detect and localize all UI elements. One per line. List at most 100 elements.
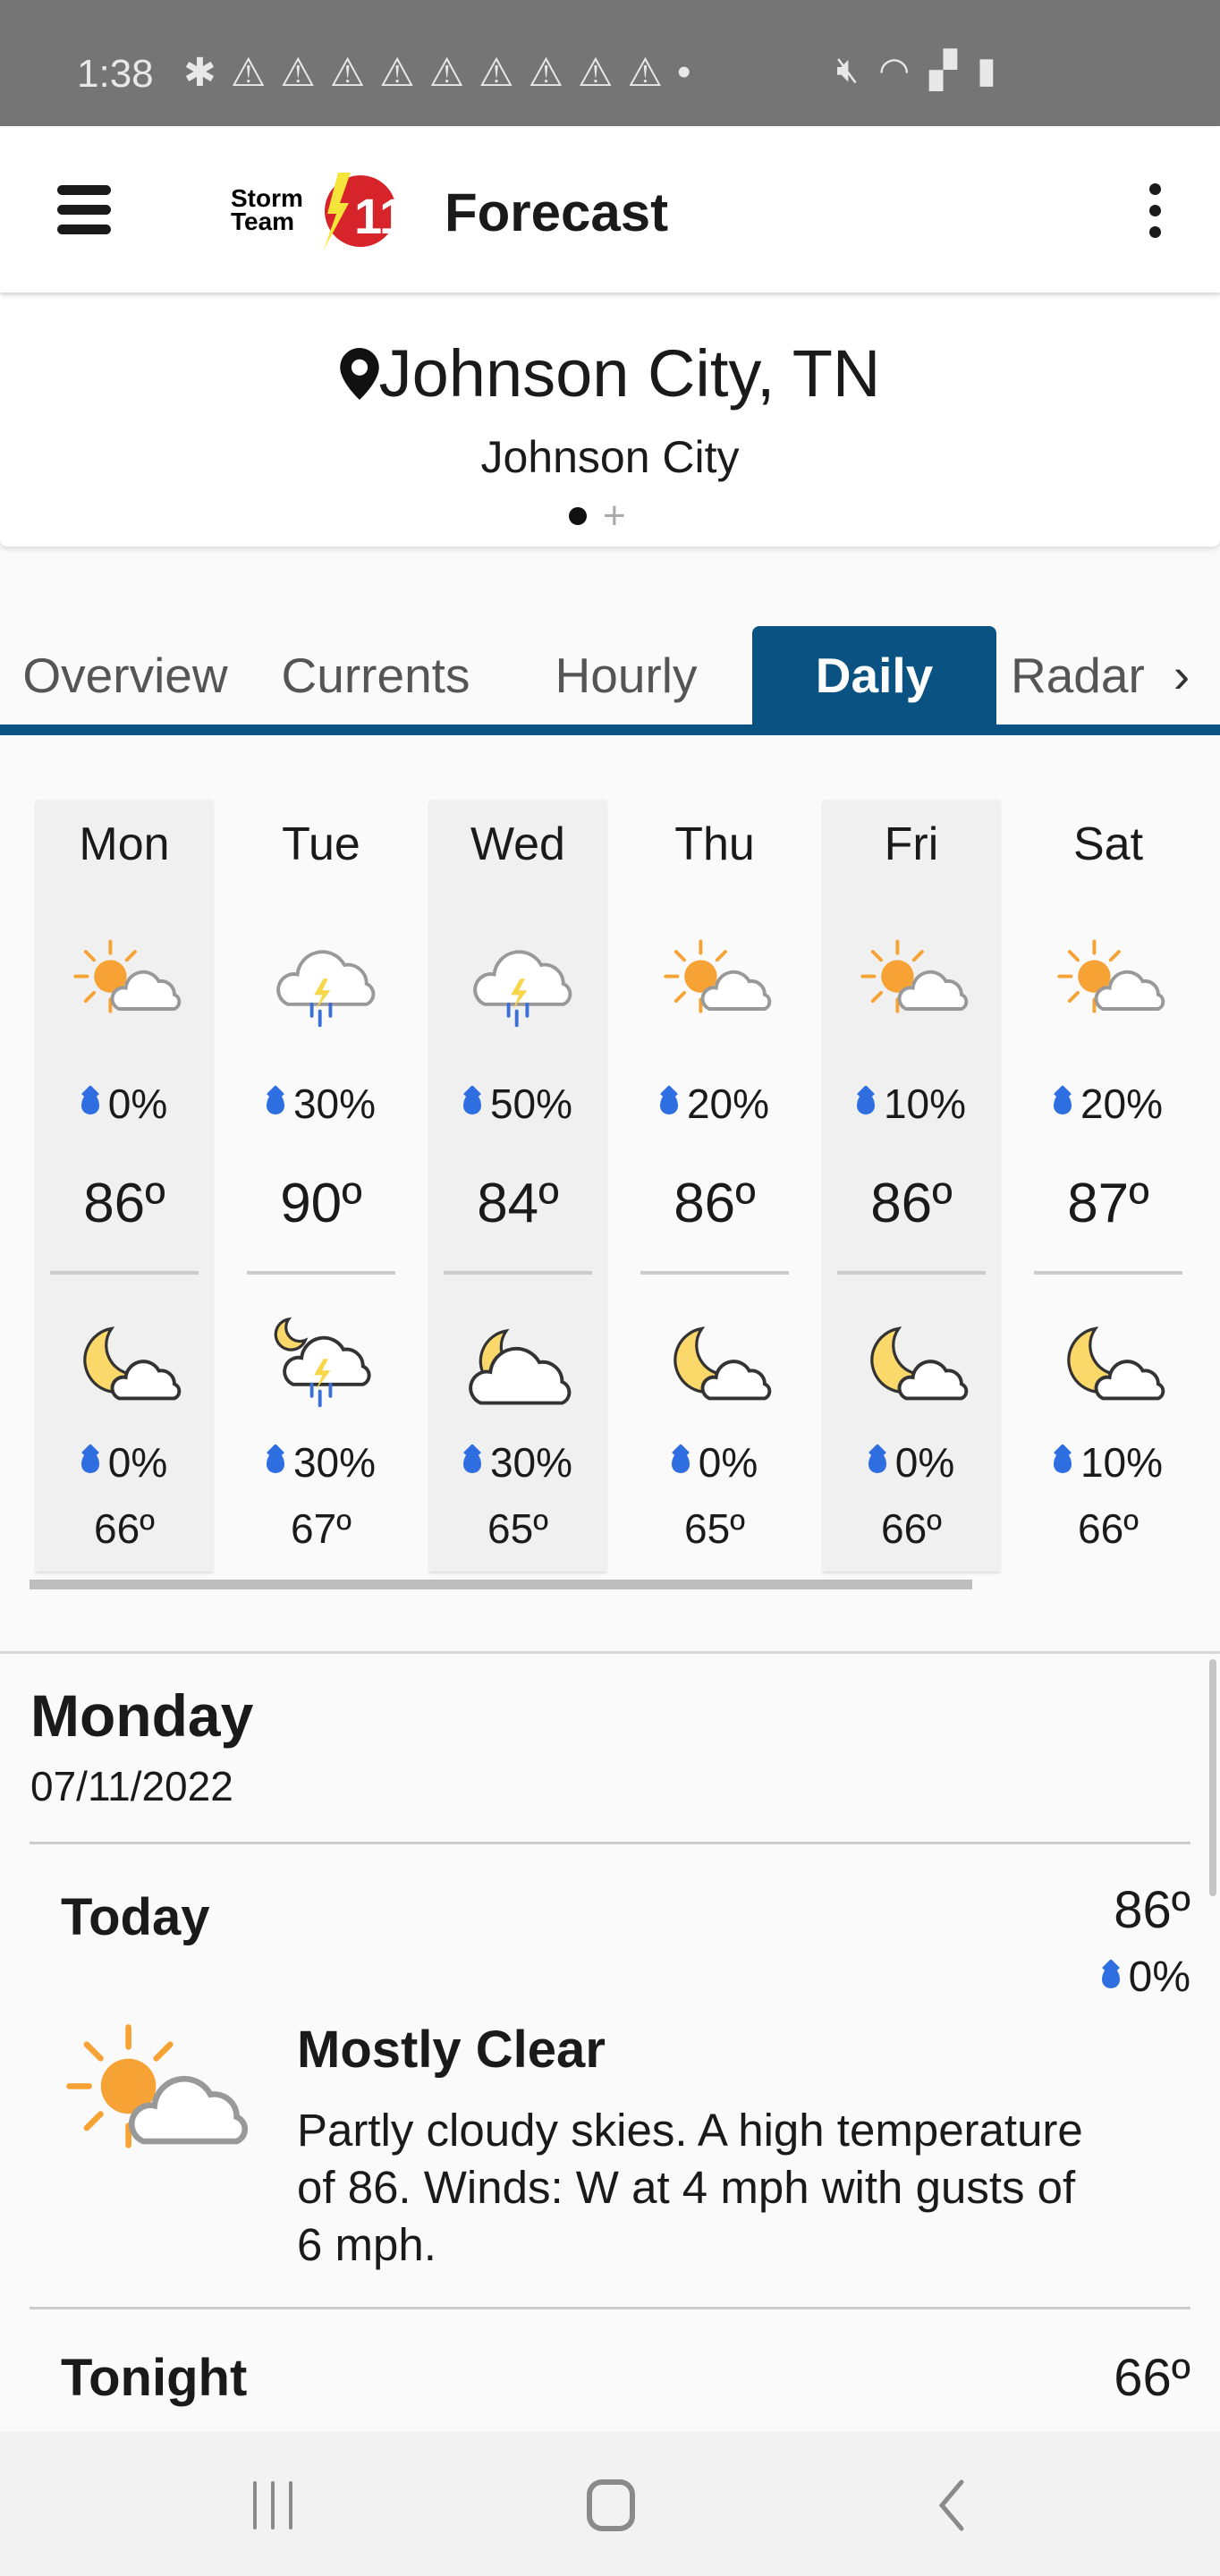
day-name: Sat bbox=[1072, 818, 1144, 870]
night-precip-value: 30% bbox=[292, 1439, 377, 1486]
day-precip-value: 10% bbox=[883, 1080, 967, 1127]
day-column-thu[interactable]: Thu 20% 86º 0% 65º bbox=[626, 800, 803, 1572]
mute-icon: 🔇︎ bbox=[836, 50, 860, 89]
tab-daily[interactable]: Daily bbox=[752, 626, 996, 724]
period-description: Partly cloudy skies. A high temperature … bbox=[297, 2105, 1083, 2270]
divider bbox=[837, 1271, 986, 1275]
tab-radar[interactable]: Radar bbox=[1011, 626, 1154, 724]
partly-sunny-icon bbox=[664, 939, 772, 1013]
night-precip-value: 0% bbox=[698, 1439, 758, 1486]
night-precip: 0% bbox=[36, 1438, 213, 1487]
day-name: Thu bbox=[674, 818, 755, 870]
day-precip: 20% bbox=[1020, 1080, 1197, 1128]
raindrop-icon bbox=[659, 1093, 678, 1114]
divider bbox=[640, 1271, 789, 1275]
high-temp: 84º bbox=[477, 1173, 559, 1234]
period-precip: 0% bbox=[1101, 1953, 1190, 2002]
day-precip: 30% bbox=[233, 1080, 410, 1128]
period-precip-value: 0% bbox=[1128, 1953, 1190, 2001]
low-temp: 65º bbox=[487, 1505, 548, 1552]
location-subtitle: Johnson City bbox=[480, 432, 740, 482]
svg-text:Team: Team bbox=[231, 208, 294, 235]
night-precip: 0% bbox=[626, 1438, 803, 1487]
warning-icon: ⚠ bbox=[578, 51, 614, 95]
partly-sunny-icon bbox=[1057, 939, 1165, 1013]
partly-sunny-icon bbox=[66, 2024, 249, 2148]
back-icon[interactable] bbox=[935, 2479, 970, 2532]
divider bbox=[247, 1271, 395, 1275]
raindrop-icon bbox=[856, 1093, 875, 1114]
home-icon[interactable] bbox=[586, 2479, 636, 2532]
horizontal-scrollbar[interactable] bbox=[30, 1580, 972, 1589]
vertical-scrollbar[interactable] bbox=[1209, 1659, 1216, 1896]
period-condition: Mostly Clear bbox=[297, 2021, 606, 2079]
day-precip: 20% bbox=[626, 1080, 803, 1128]
warning-icon: ⚠ bbox=[379, 51, 415, 95]
page-indicator[interactable]: + bbox=[569, 496, 626, 536]
partly-sunny-icon bbox=[860, 939, 969, 1013]
page-dot-active[interactable] bbox=[569, 507, 587, 525]
thunderstorm-icon bbox=[473, 950, 572, 1028]
warning-icon: ⚠ bbox=[329, 51, 366, 95]
night-mostly-cloudy-icon bbox=[469, 1328, 572, 1405]
day-column-tue[interactable]: Tue 30% 90º 30% 67º bbox=[233, 800, 410, 1572]
app-bar: 11 Storm Team Forecast bbox=[0, 126, 1220, 292]
night-precip-value: 30% bbox=[489, 1439, 573, 1486]
high-temp: 90º bbox=[280, 1173, 362, 1234]
night-thunderstorm-icon bbox=[274, 1317, 371, 1408]
day-column-wed[interactable]: Wed 50% 84º 30% 65º bbox=[429, 800, 606, 1572]
high-temp: 87º bbox=[1067, 1173, 1149, 1234]
day-name: Mon bbox=[79, 818, 170, 870]
day-precip: 0% bbox=[36, 1080, 213, 1128]
warning-icon: ⚠ bbox=[428, 51, 465, 95]
day-precip: 10% bbox=[823, 1080, 1000, 1128]
warning-icon: ⚠ bbox=[280, 51, 316, 95]
raindrop-icon bbox=[1101, 1966, 1120, 1988]
low-temp: 66º bbox=[94, 1505, 155, 1552]
low-temp: 65º bbox=[684, 1505, 745, 1552]
divider bbox=[30, 1842, 1190, 1844]
recent-apps-icon[interactable] bbox=[246, 2479, 300, 2532]
day-column-sat[interactable]: Sat 20% 87º 10% 66º bbox=[1020, 800, 1197, 1572]
raindrop-icon bbox=[462, 1452, 481, 1473]
daily-strip[interactable]: Mon 0% 86º 0% 66º Tue 30% 90º 30% 67º Wed … bbox=[0, 800, 1220, 1578]
day-column-mon[interactable]: Mon 0% 86º 0% 66º bbox=[36, 800, 213, 1572]
tab-currents[interactable]: Currents bbox=[259, 626, 492, 724]
more-options-icon[interactable] bbox=[1141, 183, 1168, 238]
add-location-icon[interactable]: + bbox=[603, 496, 626, 536]
divider bbox=[0, 1651, 1220, 1654]
warning-icon: ⚠ bbox=[230, 51, 267, 95]
system-nav-bar bbox=[0, 2432, 1220, 2576]
night-precip-value: 10% bbox=[1080, 1439, 1164, 1486]
day-column-fri[interactable]: Fri 10% 86º 0% 66º bbox=[823, 800, 1000, 1572]
tab-overview[interactable]: Overview bbox=[0, 626, 250, 724]
period-title: Today bbox=[61, 1888, 210, 1946]
divider bbox=[444, 1271, 592, 1275]
tab-hourly[interactable]: Hourly bbox=[514, 626, 738, 724]
divider bbox=[50, 1271, 199, 1275]
menu-icon[interactable] bbox=[57, 185, 111, 235]
night-precip: 0% bbox=[823, 1438, 1000, 1487]
location-name: Johnson City, TN bbox=[0, 335, 1220, 411]
night-precip-value: 0% bbox=[894, 1439, 955, 1486]
storm-team-11-logo: 11 Storm Team bbox=[231, 173, 401, 250]
status-bar: 1:38 ✱ ⚠ ⚠ ⚠ ⚠ ⚠ ⚠ ⚠ ⚠ ⚠ • 🔇︎ ◠ ▞ ▮ bbox=[0, 0, 1220, 126]
partly-sunny-icon bbox=[73, 939, 182, 1013]
detail-date: 07/11/2022 bbox=[30, 1763, 233, 1809]
night-precip-value: 0% bbox=[107, 1439, 168, 1486]
raindrop-icon bbox=[462, 1093, 481, 1114]
day-precip-value: 20% bbox=[686, 1080, 770, 1127]
day-name: Fri bbox=[884, 818, 939, 870]
night-precip: 30% bbox=[429, 1438, 606, 1487]
period-temp: 86º bbox=[1114, 1881, 1190, 1939]
divider bbox=[30, 2307, 1190, 2309]
signal-icon: ▞ bbox=[929, 51, 957, 90]
dot-icon: • bbox=[676, 50, 691, 94]
raindrop-icon bbox=[266, 1093, 284, 1114]
night-partly-cloudy-icon bbox=[674, 1326, 772, 1401]
location-card[interactable]: Johnson City, TN Johnson City + bbox=[0, 295, 1220, 547]
day-precip-value: 20% bbox=[1080, 1080, 1164, 1127]
night-precip: 10% bbox=[1020, 1438, 1197, 1487]
chevron-right-icon[interactable]: › bbox=[1159, 626, 1204, 724]
night-partly-cloudy-icon bbox=[870, 1326, 969, 1401]
